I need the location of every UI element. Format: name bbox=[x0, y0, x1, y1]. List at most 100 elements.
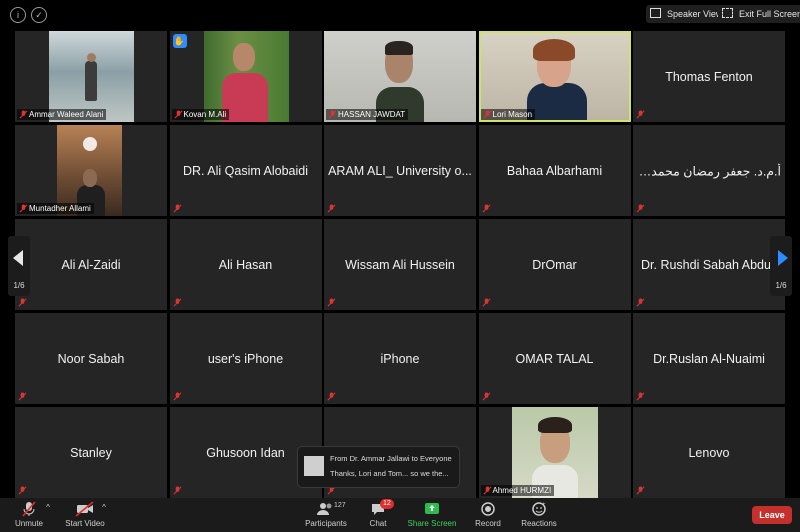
participant-tile[interactable]: Bahaa Albarhami bbox=[478, 125, 631, 216]
unmute-button[interactable]: Unmute bbox=[12, 501, 46, 528]
participant-tile[interactable]: iPhone bbox=[324, 313, 476, 404]
participant-name: Dr. Rushdi Sabah Abdul bbox=[641, 257, 774, 272]
participant-name: DR. Ali Qasim Alobaidi bbox=[182, 163, 309, 178]
participant-name: أ.م.د. جعفر رمضان محمد /... bbox=[633, 164, 781, 178]
participant-name-label: Kovan M.Ali bbox=[171, 109, 230, 120]
participant-tile[interactable]: DR. Ali Qasim Alobaidi bbox=[169, 125, 322, 216]
participant-name-label: Ahmed HURMZI bbox=[480, 485, 555, 496]
muted-mic-icon bbox=[174, 110, 182, 119]
participant-name-label: HASSAN JAWDAT bbox=[326, 109, 409, 120]
page-indicator-left: 1/6 bbox=[13, 281, 25, 290]
grid-icon bbox=[650, 8, 661, 18]
record-icon bbox=[472, 501, 504, 517]
muted-mic-icon bbox=[636, 204, 645, 213]
participant-tile[interactable]: Ahmed HURMZI bbox=[478, 407, 631, 498]
participant-name: Thomas Fenton bbox=[665, 69, 753, 84]
video-feed bbox=[480, 33, 629, 120]
participant-name: Lenovo bbox=[688, 445, 730, 460]
participant-tile[interactable]: Ali Al-Zaidi bbox=[15, 219, 167, 310]
participant-name: Bahaa Albarhami bbox=[506, 163, 603, 178]
muted-mic-icon bbox=[12, 501, 46, 517]
participant-name: iPhone bbox=[380, 351, 420, 366]
muted-mic-icon bbox=[173, 298, 181, 307]
audio-options-caret[interactable]: ^ bbox=[44, 503, 52, 512]
participant-name: Wissam Ali Hussein bbox=[345, 257, 455, 272]
participant-tile[interactable]: Noor Sabah bbox=[15, 313, 167, 404]
muted-mic-icon bbox=[327, 204, 336, 213]
participant-tile[interactable]: Muntadher Allami bbox=[15, 125, 167, 216]
next-page-button[interactable]: 1/6 bbox=[770, 236, 792, 296]
participant-name: DrOmar bbox=[532, 257, 577, 272]
participant-name-label: Ammar Waleed Alani bbox=[17, 109, 107, 120]
participant-tile[interactable]: ✋ Kovan M.Ali bbox=[169, 31, 322, 122]
participant-tile[interactable]: Wissam Ali Hussein bbox=[324, 219, 476, 310]
share-screen-label: Share Screen bbox=[407, 519, 457, 528]
muted-mic-icon bbox=[482, 298, 490, 307]
muted-mic-icon bbox=[18, 298, 27, 307]
start-video-label: Start Video bbox=[65, 519, 105, 528]
participant-name: ARAM ALI_ University o... bbox=[328, 163, 472, 178]
unmute-label: Unmute bbox=[14, 519, 43, 528]
chat-label: Chat bbox=[369, 519, 387, 528]
participant-tile[interactable]: Ali Hasan bbox=[169, 219, 322, 310]
exit-fullscreen-label: Exit Full Screen bbox=[739, 9, 800, 19]
record-button[interactable]: Record bbox=[472, 501, 504, 528]
participant-name: OMAR TALAL bbox=[515, 351, 594, 366]
reactions-button[interactable]: + Reactions bbox=[520, 501, 558, 528]
arrow-right-icon bbox=[778, 250, 788, 266]
muted-mic-icon bbox=[19, 110, 28, 119]
participant-tile-active-speaker[interactable]: Lori Mason bbox=[478, 31, 631, 122]
muted-mic-icon bbox=[327, 392, 336, 401]
participant-name: user's iPhone bbox=[207, 351, 284, 366]
chat-button[interactable]: 12 Chat bbox=[366, 499, 394, 528]
muted-mic-icon bbox=[483, 486, 491, 495]
chat-notification[interactable]: From Dr. Ammar Jallawi to Everyone Thank… bbox=[297, 446, 460, 488]
muted-mic-icon bbox=[328, 110, 337, 119]
muted-mic-icon bbox=[636, 486, 645, 495]
participant-name: Ali Hasan bbox=[218, 257, 273, 272]
share-screen-button[interactable]: Share Screen bbox=[406, 501, 458, 528]
muted-mic-icon bbox=[483, 110, 491, 119]
muted-mic-icon bbox=[173, 204, 181, 213]
participant-tile[interactable]: Dr.Ruslan Al-Nuaimi bbox=[633, 313, 785, 404]
participant-tile[interactable]: ARAM ALI_ University o... bbox=[324, 125, 476, 216]
participant-tile[interactable]: user's iPhone bbox=[169, 313, 322, 404]
chat-unread-badge: 12 bbox=[380, 499, 394, 509]
participant-tile[interactable]: Lenovo bbox=[633, 407, 785, 498]
participant-tile[interactable]: HASSAN JAWDAT bbox=[324, 31, 476, 122]
exit-fullscreen-button[interactable]: Exit Full Screen bbox=[718, 5, 800, 23]
participant-name: Ali Al-Zaidi bbox=[61, 257, 121, 272]
muted-mic-icon bbox=[636, 392, 645, 401]
chat-bubble-icon: 12 bbox=[366, 499, 394, 517]
participant-name: Dr.Ruslan Al-Nuaimi bbox=[653, 351, 765, 366]
participant-tile[interactable]: DrOmar bbox=[478, 219, 631, 310]
leave-button[interactable]: Leave bbox=[752, 506, 792, 524]
participant-name-label: Muntadher Allami bbox=[17, 203, 94, 214]
participant-name: Noor Sabah bbox=[57, 351, 125, 366]
chat-message-preview: Thanks, Lori and Tom... so we the... bbox=[330, 469, 449, 478]
chevron-up-icon: ^ bbox=[102, 503, 106, 512]
muted-mic-icon bbox=[173, 486, 181, 495]
shield-check-icon[interactable]: ✓ bbox=[31, 7, 47, 23]
participant-tile[interactable]: OMAR TALAL bbox=[478, 313, 631, 404]
arrow-left-icon bbox=[13, 250, 23, 266]
page-indicator-right: 1/6 bbox=[775, 281, 787, 290]
video-options-caret[interactable]: ^ bbox=[100, 503, 108, 512]
participants-count: 127 bbox=[334, 502, 346, 509]
participant-tile[interactable]: Thomas Fenton bbox=[633, 31, 785, 122]
muted-mic-icon bbox=[482, 204, 490, 213]
muted-mic-icon bbox=[327, 298, 336, 307]
muted-mic-icon bbox=[636, 110, 645, 119]
participant-tile[interactable]: Stanley bbox=[15, 407, 167, 498]
info-icon[interactable]: i bbox=[10, 7, 26, 23]
reactions-label: Reactions bbox=[521, 519, 557, 528]
share-screen-icon bbox=[406, 501, 458, 517]
speaker-view-button[interactable]: Speaker View bbox=[646, 5, 729, 23]
participant-tile[interactable]: أ.م.د. جعفر رمضان محمد /... bbox=[633, 125, 785, 216]
muted-mic-icon bbox=[18, 486, 27, 495]
previous-page-button[interactable]: 1/6 bbox=[8, 236, 30, 296]
chat-sender: From Dr. Ammar Jallawi to Everyone bbox=[330, 454, 452, 463]
participant-tile[interactable]: Dr. Rushdi Sabah Abdul bbox=[633, 219, 785, 310]
participant-tile[interactable]: Ammar Waleed Alani bbox=[15, 31, 167, 122]
participants-button[interactable]: 127 Participants bbox=[302, 501, 350, 528]
